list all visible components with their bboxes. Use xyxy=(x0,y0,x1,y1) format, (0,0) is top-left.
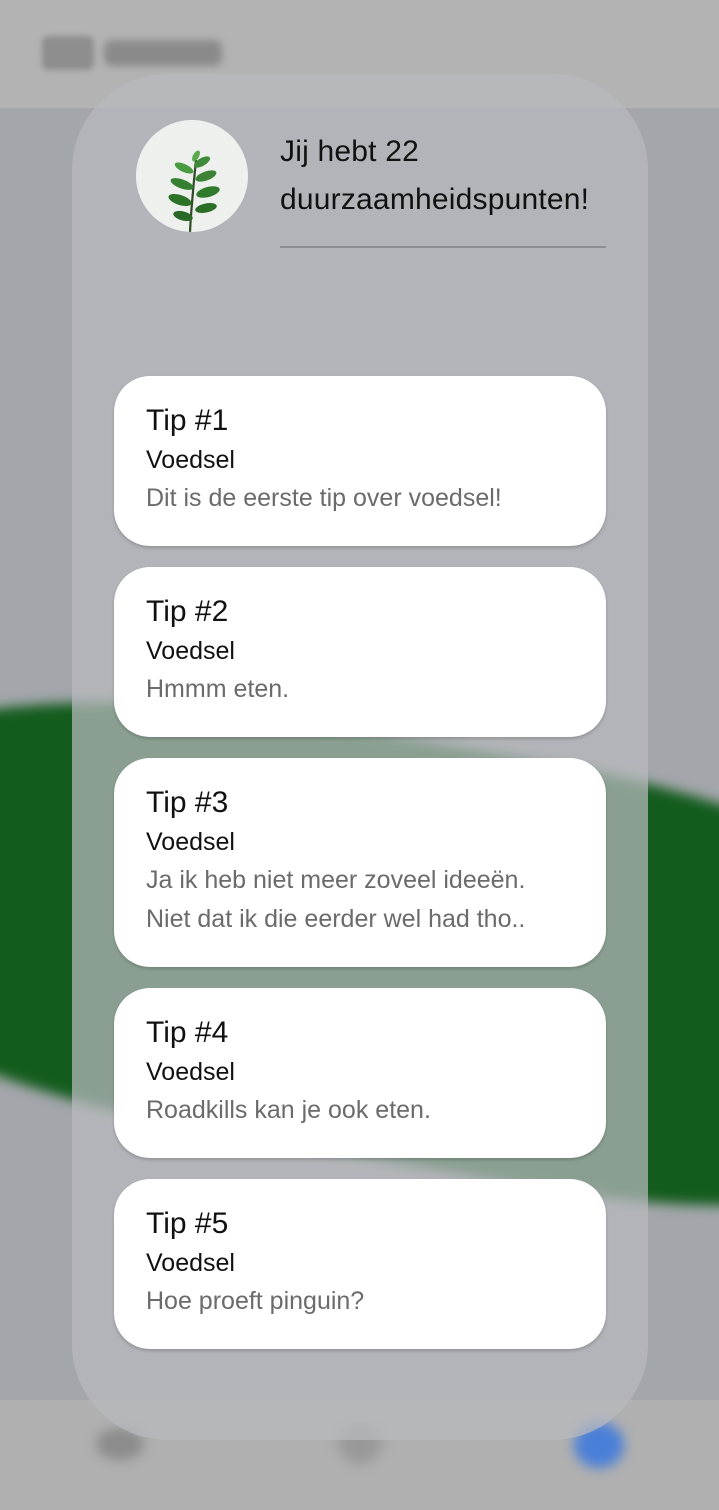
tip-body-line: Hmmm eten. xyxy=(146,675,290,703)
points-divider xyxy=(280,246,606,248)
tip-card[interactable]: Tip #2 Voedsel Hmmm eten. xyxy=(114,567,606,737)
tip-body-line: Ja ik heb niet meer zoveel ideeën. xyxy=(146,866,526,894)
tip-title: Tip #1 xyxy=(146,404,229,437)
tips-list: Tip #1 Voedsel Dit is de eerste tip over… xyxy=(114,376,606,1370)
tip-card[interactable]: Tip #5 Voedsel Hoe proeft pinguin? xyxy=(114,1179,606,1349)
background-top-bar-title xyxy=(104,40,222,66)
tip-card[interactable]: Tip #3 Voedsel Ja ik heb niet meer zovee… xyxy=(114,758,606,967)
tip-title: Tip #5 xyxy=(146,1207,229,1240)
tip-category: Voedsel xyxy=(146,1249,235,1277)
plant-icon xyxy=(136,120,248,232)
tip-body-line: Niet dat ik die eerder wel had tho.. xyxy=(146,905,526,933)
sustainability-points-text: Jij hebt 22 duurzaamheidspunten! xyxy=(280,135,590,216)
tip-card[interactable]: Tip #4 Voedsel Roadkills kan je ook eten… xyxy=(114,988,606,1158)
tip-title: Tip #2 xyxy=(146,595,229,628)
tip-category: Voedsel xyxy=(146,1058,235,1086)
tip-category: Voedsel xyxy=(146,637,235,665)
tip-card[interactable]: Tip #1 Voedsel Dit is de eerste tip over… xyxy=(114,376,606,546)
background-top-bar-icon xyxy=(42,36,94,70)
tip-body-line: Roadkills kan je ook eten. xyxy=(146,1096,431,1124)
tip-category: Voedsel xyxy=(146,828,235,856)
tips-overlay-panel: Jij hebt 22 duurzaamheidspunten! Tip #1 … xyxy=(72,74,648,1440)
tip-body-line: Dit is de eerste tip over voedsel! xyxy=(146,484,502,512)
tip-body-line: Hoe proeft pinguin? xyxy=(146,1287,365,1315)
tip-category: Voedsel xyxy=(146,446,235,474)
tip-title: Tip #4 xyxy=(146,1016,229,1049)
tip-title: Tip #3 xyxy=(146,786,229,819)
